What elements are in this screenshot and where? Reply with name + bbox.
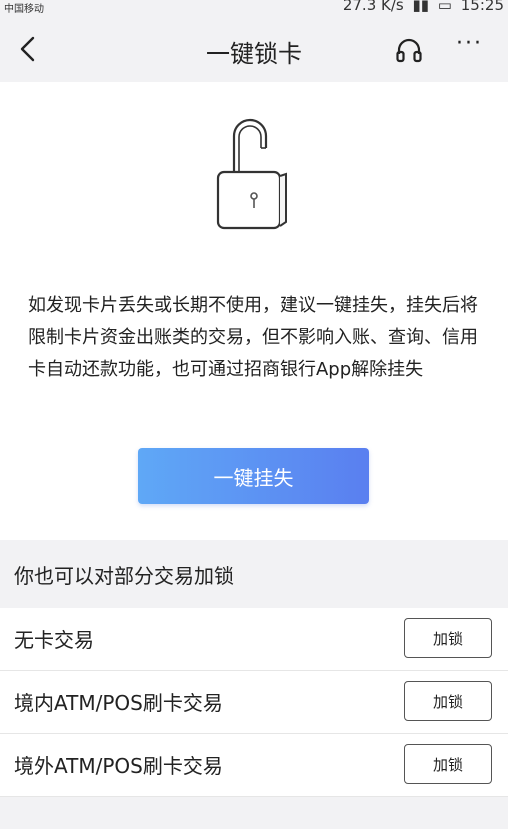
page-title: 一键锁卡: [206, 40, 302, 68]
list-item-label: 境内ATM/POS刷卡交易: [14, 691, 223, 715]
report-loss-button[interactable]: 一键挂失: [138, 448, 369, 504]
bottom-spacer: [0, 800, 508, 829]
partial-lock-section-title: 你也可以对部分交易加锁: [14, 564, 234, 588]
report-loss-panel: 如发现卡片丢失或长期不使用，建议一键挂失，挂失后将限制卡片资金出账类的交易，但不…: [0, 82, 508, 540]
report-loss-description: 如发现卡片丢失或长期不使用，建议一键挂失，挂失后将限制卡片资金出账类的交易，但不…: [28, 295, 478, 380]
headset-icon[interactable]: [394, 36, 424, 66]
status-bar: 中国移动 27.3 K/s ▮▮ ▭ 15:25: [0, 0, 508, 18]
battery-icon: ▭: [437, 0, 452, 14]
list-item-label: 境外ATM/POS刷卡交易: [14, 754, 223, 778]
lock-button-overseas[interactable]: 加锁: [404, 744, 492, 784]
padlock-open-icon: [216, 118, 287, 230]
clock: 15:25: [460, 0, 504, 14]
carrier-label: 中国移动: [4, 4, 44, 15]
list-item-cardless-transactions: 无卡交易 加锁: [0, 608, 508, 671]
more-icon[interactable]: ···: [456, 31, 483, 56]
nav-bar: 一键锁卡 ···: [0, 18, 508, 82]
list-item-label: 无卡交易: [14, 628, 94, 652]
status-right: 27.3 K/s ▮▮ ▭ 15:25: [339, 0, 504, 14]
network-speed: 27.3 K/s: [342, 0, 404, 14]
list-item-domestic-atm-pos: 境内ATM/POS刷卡交易 加锁: [0, 671, 508, 734]
signal-icon: ▮▮: [412, 0, 430, 14]
list-item-overseas-atm-pos: 境外ATM/POS刷卡交易 加锁: [0, 734, 508, 797]
lock-button-domestic[interactable]: 加锁: [404, 681, 492, 721]
lock-button-cardless[interactable]: 加锁: [404, 618, 492, 658]
